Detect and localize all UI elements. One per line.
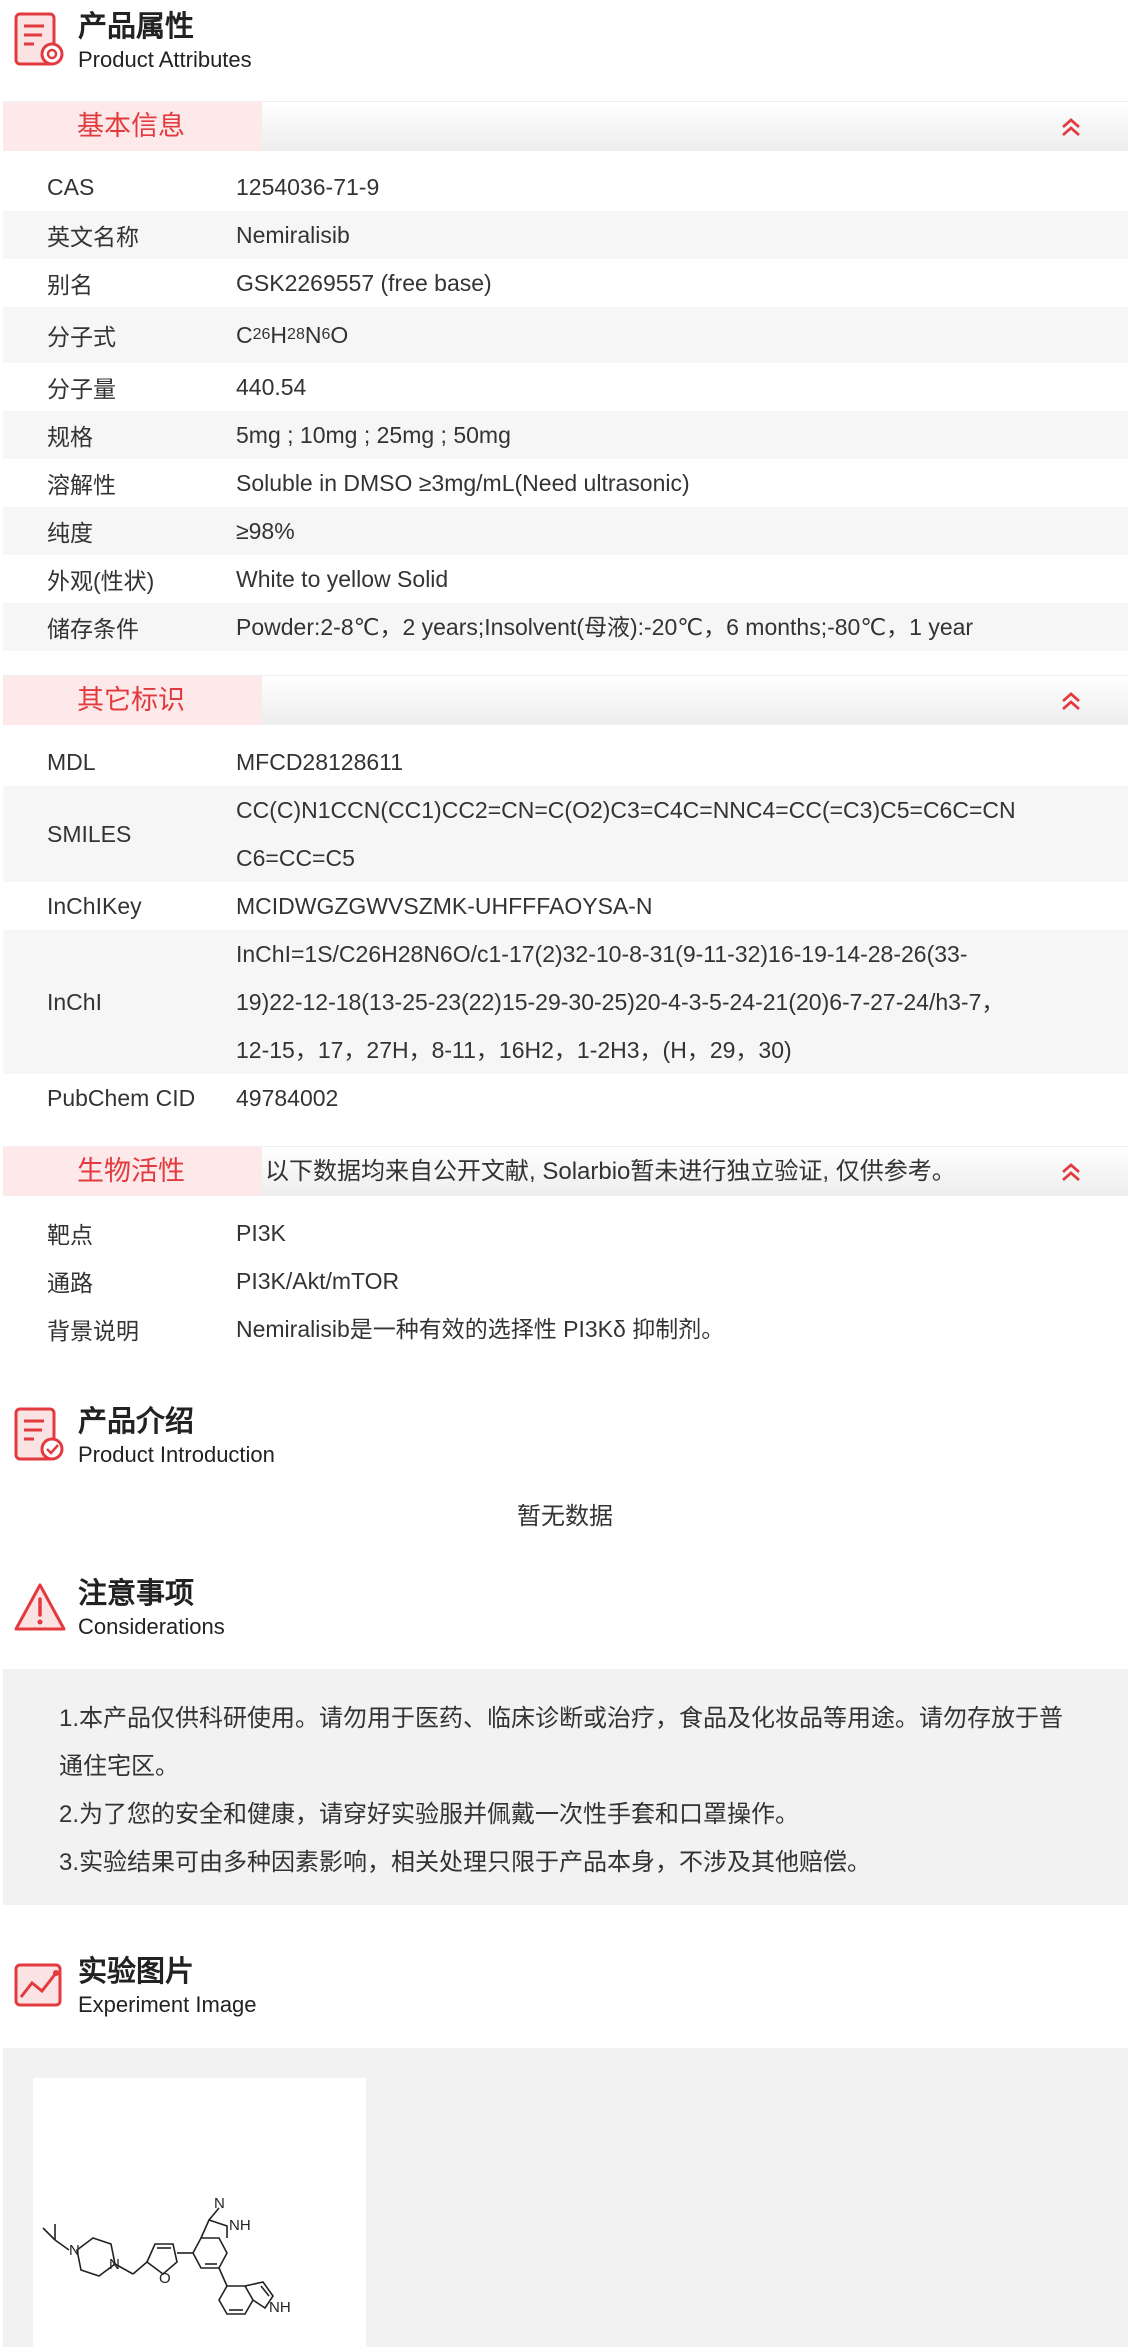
row-value: MCIDWGZGWVSZMK-UHFFFAOYSA-N bbox=[236, 893, 653, 919]
collapse-up-icon[interactable] bbox=[1058, 114, 1084, 140]
svg-text:N: N bbox=[69, 2242, 80, 2259]
table-row: 靶点 PI3K bbox=[3, 1209, 1128, 1257]
bioactivity-tab[interactable]: 生物活性 bbox=[3, 1147, 262, 1196]
bioactivity-table: 靶点 PI3K 通路 PI3K/Akt/mTOR 背景说明 Nemiralisi… bbox=[3, 1209, 1128, 1353]
row-value: PI3K/Akt/mTOR bbox=[236, 1268, 400, 1294]
row-value: ≥98% bbox=[236, 518, 295, 544]
table-row: 溶解性 Soluble in DMSO ≥3mg/mL(Need ultraso… bbox=[3, 459, 1128, 507]
section-subtitle: Considerations bbox=[78, 1614, 225, 1639]
chemical-structure-image: N N O N NH NH bbox=[42, 2195, 291, 2316]
other-identifiers-tab[interactable]: 其它标识 bbox=[3, 676, 262, 725]
product-attributes-header: 产品属性 Product Attributes bbox=[12, 10, 1132, 80]
experiment-image-header: 实验图片 Experiment Image bbox=[12, 1955, 1132, 2025]
table-row: 储存条件 Powder:2-8℃，2 years;Insolvent(母液):-… bbox=[3, 603, 1128, 651]
svg-text:N: N bbox=[109, 2256, 120, 2273]
row-key: 背景说明 bbox=[47, 1318, 139, 1344]
row-value: PI3K bbox=[236, 1220, 286, 1246]
structure-thumbnail[interactable]: N N O N NH NH bbox=[33, 2078, 366, 2347]
table-row: 外观(性状) White to yellow Solid bbox=[3, 555, 1128, 603]
row-value: Nemiralisib bbox=[236, 222, 350, 248]
basic-info-tab[interactable]: 基本信息 bbox=[3, 102, 262, 151]
other-identifiers-table: MDL MFCD28128611 SMILES CC(C)N1CCN(CC1)C… bbox=[3, 738, 1128, 1122]
collapse-up-icon[interactable] bbox=[1058, 688, 1084, 714]
table-row: 通路 PI3K/Akt/mTOR bbox=[3, 1257, 1128, 1305]
row-key: PubChem CID bbox=[47, 1084, 196, 1111]
bioactivity-bar[interactable]: 生物活性 以下数据均来自公开文献, Solarbio暂未进行独立验证, 仅供参考… bbox=[3, 1146, 1128, 1196]
svg-text:O: O bbox=[159, 2270, 171, 2287]
row-key: 外观(性状) bbox=[47, 568, 155, 594]
consideration-item: 3.实验结果可由多种因素影响，相关处理只限于产品本身，不涉及其他赔偿。 bbox=[59, 1849, 872, 1876]
row-key: InChIKey bbox=[47, 892, 142, 919]
row-key: 通路 bbox=[47, 1270, 93, 1296]
section-subtitle: Product Attributes bbox=[78, 47, 252, 72]
section-title: 产品介绍 bbox=[78, 1406, 195, 1438]
row-value: InChI=1S/C26H28N6O/c1-17(2)32-10-8-31(9-… bbox=[236, 941, 1005, 1063]
table-row: 英文名称 Nemiralisib bbox=[3, 211, 1128, 259]
considerations-header: 注意事项 Considerations bbox=[12, 1577, 1132, 1647]
table-row: 纯度 ≥98% bbox=[3, 507, 1128, 555]
svg-text:NH: NH bbox=[229, 2217, 251, 2234]
row-key: 储存条件 bbox=[47, 616, 139, 642]
row-value: 1254036-71-9 bbox=[236, 174, 380, 200]
svg-text:N: N bbox=[214, 2195, 225, 2212]
consideration-item: 通住宅区。 bbox=[59, 1753, 179, 1780]
table-row: 背景说明 Nemiralisib是一种有效的选择性 PI3Kδ 抑制剂。 bbox=[3, 1305, 1128, 1353]
table-row: 别名 GSK2269557 (free base) bbox=[3, 259, 1128, 307]
no-data-text: 暂无数据 bbox=[517, 1503, 613, 1530]
section-title: 注意事项 bbox=[78, 1578, 195, 1610]
other-identifiers-bar[interactable]: 其它标识 bbox=[3, 675, 1128, 725]
warning-icon bbox=[14, 1583, 66, 1631]
experiment-image-panel: N N O N NH NH bbox=[3, 2048, 1128, 2347]
document-gear-icon bbox=[14, 12, 64, 66]
basic-info-bar[interactable]: 基本信息 bbox=[3, 101, 1128, 151]
table-row: 分子量 440.54 bbox=[3, 363, 1128, 411]
row-key: 规格 bbox=[47, 424, 93, 450]
row-value: 5mg ; 10mg ; 25mg ; 50mg bbox=[236, 422, 511, 448]
row-key: 英文名称 bbox=[47, 224, 139, 250]
row-value: 49784002 bbox=[236, 1085, 339, 1111]
section-subtitle: Product Introduction bbox=[78, 1442, 275, 1467]
row-value: Soluble in DMSO ≥3mg/mL(Need ultrasonic) bbox=[236, 470, 690, 496]
row-key: 分子量 bbox=[47, 376, 116, 402]
row-key: 纯度 bbox=[47, 520, 93, 546]
svg-text:NH: NH bbox=[269, 2299, 291, 2316]
product-introduction-header: 产品介绍 Product Introduction bbox=[12, 1405, 1132, 1475]
row-value: MFCD28128611 bbox=[236, 749, 404, 775]
consideration-item: 1.本产品仅供科研使用。请勿用于医药、临床诊断或治疗，食品及化妆品等用途。请勿存… bbox=[59, 1705, 1064, 1732]
table-row: InChI InChI=1S/C26H28N6O/c1-17(2)32-10-8… bbox=[3, 930, 1128, 1074]
considerations-panel: 1.本产品仅供科研使用。请勿用于医药、临床诊断或治疗，食品及化妆品等用途。请勿存… bbox=[3, 1669, 1128, 1905]
row-key: 靶点 bbox=[47, 1222, 93, 1248]
table-row: PubChem CID 49784002 bbox=[3, 1074, 1128, 1122]
formula-value: C 26 H 28 N 6 O bbox=[236, 322, 349, 348]
disclaimer-note: 以下数据均来自公开文献, Solarbio暂未进行独立验证, 仅供参考。 bbox=[265, 1158, 956, 1185]
row-value: 440.54 bbox=[236, 374, 307, 400]
table-row: 分子式 C 26 H 28 N 6 O bbox=[3, 307, 1128, 363]
chart-image-icon bbox=[14, 1963, 62, 2007]
row-key: MDL bbox=[47, 748, 96, 775]
basic-info-table: CAS 1254036-71-9 英文名称 Nemiralisib 别名 GSK… bbox=[3, 163, 1128, 651]
section-subtitle: Experiment Image bbox=[78, 1992, 257, 2017]
row-key: 分子式 bbox=[47, 324, 116, 350]
row-value: Nemiralisib是一种有效的选择性 PI3Kδ 抑制剂。 bbox=[236, 1316, 725, 1342]
table-row: InChIKey MCIDWGZGWVSZMK-UHFFFAOYSA-N bbox=[3, 882, 1128, 930]
table-row: 规格 5mg ; 10mg ; 25mg ; 50mg bbox=[3, 411, 1128, 459]
consideration-item: 2.为了您的安全和健康，请穿好实验服并佩戴一次性手套和口罩操作。 bbox=[59, 1801, 800, 1828]
row-value: GSK2269557 (free base) bbox=[236, 270, 492, 296]
table-row: SMILES CC(C)N1CCN(CC1)CC2=CN=C(O2)C3=C4C… bbox=[3, 786, 1128, 882]
row-key: SMILES bbox=[47, 820, 132, 847]
row-key: InChI bbox=[47, 988, 102, 1015]
table-row: CAS 1254036-71-9 bbox=[3, 163, 1128, 211]
document-check-icon bbox=[14, 1407, 64, 1461]
row-value: White to yellow Solid bbox=[236, 566, 449, 592]
section-title: 产品属性 bbox=[78, 11, 195, 43]
section-title: 实验图片 bbox=[78, 1956, 195, 1988]
row-key: 别名 bbox=[47, 272, 93, 298]
row-key: CAS bbox=[47, 173, 95, 200]
row-value: CC(C)N1CCN(CC1)CC2=CN=C(O2)C3=C4C=NNC4=C… bbox=[236, 797, 1016, 871]
collapse-up-icon[interactable] bbox=[1058, 1159, 1084, 1185]
row-value: Powder:2-8℃，2 years;Insolvent(母液):-20℃，6… bbox=[236, 614, 974, 640]
row-key: 溶解性 bbox=[47, 472, 116, 498]
table-row: MDL MFCD28128611 bbox=[3, 738, 1128, 786]
